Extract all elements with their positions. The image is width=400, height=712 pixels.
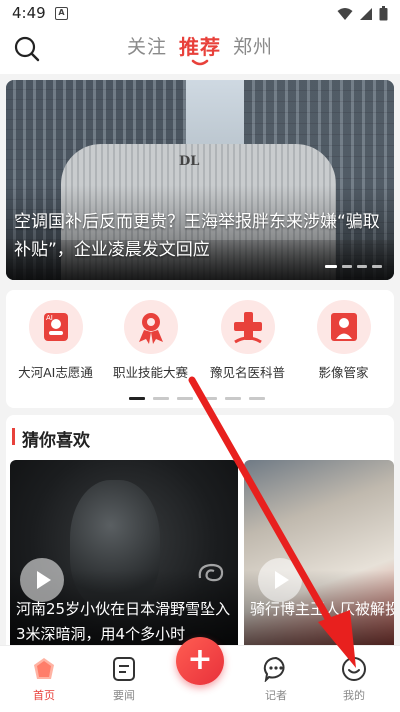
play-icon[interactable] <box>20 558 64 602</box>
medical-cross-icon <box>220 300 275 354</box>
page-dot <box>153 397 169 400</box>
play-icon[interactable] <box>258 558 302 602</box>
tab-zhengzhou-label: 郑州 <box>233 36 274 58</box>
page-dot <box>201 397 217 400</box>
service-label: 影像管家 <box>318 365 369 380</box>
photo-butler-icon <box>316 300 371 354</box>
nav-mine[interactable]: 我的 <box>324 656 384 703</box>
tab-recommend-label: 推荐 <box>179 35 222 59</box>
card-title: 骑行博主王人仄被解投送食物，本人 <box>250 600 394 618</box>
watermark-logo-icon <box>198 563 224 582</box>
banner-dot[interactable] <box>342 265 352 268</box>
service-label: 职业技能大赛 <box>112 365 188 380</box>
page-dot <box>249 397 265 400</box>
search-button[interactable] <box>12 34 42 64</box>
tab-follow-label: 关注 <box>127 36 168 58</box>
page-dot <box>177 397 193 400</box>
nav-label: 记者 <box>265 689 287 702</box>
banner-dot[interactable] <box>325 265 337 268</box>
tab-follow[interactable]: 关注 <box>127 33 167 67</box>
building-sign: DL <box>179 154 200 169</box>
headline-banner[interactable]: DL 空调国补后反而更贵？王海举报胖东来涉嫌“骗取补贴”，企业凌晨发文回应 <box>6 80 394 280</box>
nav-home[interactable]: 首页 <box>14 656 74 703</box>
services-page-indicator <box>129 397 265 400</box>
status-indicators <box>337 6 388 21</box>
page-dot <box>129 397 145 400</box>
notification-icon: A <box>55 7 68 20</box>
service-photo-butler[interactable]: 影像管家 <box>296 300 391 381</box>
page-dot <box>225 397 241 400</box>
signal-icon <box>360 7 372 20</box>
service-label: 大河AI志愿通 <box>18 365 93 380</box>
svg-text:AI: AI <box>46 314 53 322</box>
active-tab-indicator <box>191 59 209 66</box>
search-icon <box>14 36 40 62</box>
banner-dot[interactable] <box>357 265 367 268</box>
service-label: 豫见名医科普 <box>209 365 285 380</box>
skills-contest-icon <box>123 300 178 354</box>
nav-label: 首页 <box>33 689 55 702</box>
publish-button[interactable]: + <box>176 637 224 685</box>
status-bar: 4:49 A <box>0 0 400 28</box>
banner-pager <box>325 265 382 268</box>
service-medical[interactable]: 豫见名医科普 <box>200 300 295 381</box>
nav-label: 要闻 <box>113 689 135 702</box>
banner-dot[interactable] <box>372 265 382 268</box>
status-time: 4:49 <box>12 4 46 22</box>
battery-icon <box>379 6 388 21</box>
video-card[interactable]: 骑行博主王人仄被解投送食物，本人 <box>244 460 394 660</box>
service-skills-contest[interactable]: 职业技能大赛 <box>103 300 198 381</box>
nav-news[interactable]: 要闻 <box>94 656 154 703</box>
profile-icon <box>341 656 367 682</box>
video-card[interactable]: 河南25岁小伙在日本滑野雪坠入3米深暗洞，用4个多小时 <box>10 460 238 660</box>
chat-icon <box>263 656 289 683</box>
tab-zhengzhou[interactable]: 郑州 <box>233 33 273 67</box>
ai-volunteer-icon: AI <box>28 300 83 354</box>
nav-label: 我的 <box>343 689 365 702</box>
section-accent-bar <box>12 428 15 445</box>
section-title: 猜你喜欢 <box>22 431 90 451</box>
news-icon <box>111 656 137 682</box>
service-ai-volunteer[interactable]: AI 大河AI志愿通 <box>8 300 103 381</box>
tab-recommend[interactable]: 推荐 <box>179 33 221 67</box>
home-icon <box>31 656 57 682</box>
nav-reporter[interactable]: 记者 <box>246 656 306 703</box>
wifi-icon <box>337 7 353 20</box>
channel-tabs: 关注 推荐 郑州 <box>127 33 273 67</box>
top-nav: 关注 推荐 郑州 <box>0 28 400 74</box>
banner-title: 空调国补后反而更贵？王海举报胖东来涉嫌“骗取补贴”，企业凌晨发文回应 <box>14 212 380 260</box>
service-shortcuts: AI 大河AI志愿通 职业技能大赛 豫见名医科普 影像管家 <box>6 290 394 408</box>
